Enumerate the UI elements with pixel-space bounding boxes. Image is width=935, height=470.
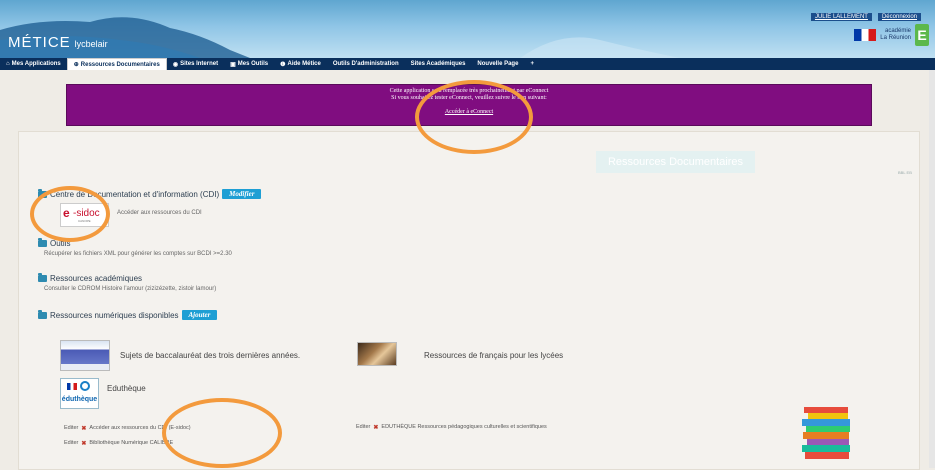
globe-icon: ⊕ (73, 62, 79, 68)
tab-mes-outils[interactable]: ▣ Mes Outils (224, 61, 274, 68)
academy-logo: académie La Réunion E (854, 24, 929, 46)
page-title: Ressources Documentaires (596, 151, 755, 173)
edutheque-circle-icon (80, 381, 90, 391)
user-links: JULIE LALLEMENT Déconnexion (810, 13, 921, 21)
edit-row-label[interactable]: Accéder aux ressources du CDI (E-sidoc) (89, 425, 190, 431)
logout-link[interactable]: Déconnexion (877, 13, 921, 21)
cdrom-link[interactable]: Consulter le CDROM Histoire l'amour (ziz… (44, 286, 216, 292)
section-title: Ressources numériques disponibles (50, 310, 179, 320)
francais-link[interactable]: Ressources de français pour les lycées (424, 351, 563, 360)
edit-row-label[interactable]: EDUTHÈQUE Ressources pédagogiques cultur… (381, 424, 546, 430)
ajouter-button[interactable]: Ajouter (181, 310, 218, 320)
mountain-banner-image (0, 17, 680, 58)
edutheque-link[interactable]: Eduthèque (107, 384, 146, 393)
edit-row-edutheque: Editer ✖ EDUTHÈQUE Ressources pédagogiqu… (356, 424, 586, 431)
modifier-button[interactable]: Modifier (222, 189, 262, 199)
tab-label: Sites Académiques (410, 61, 466, 67)
edit-row-calibre: Editer ✖ Bibliothèque Numérique CALIBRE (64, 440, 173, 447)
tab-label: Outils D'administration (332, 61, 399, 67)
bac-link[interactable]: Sujets de baccalauréat des trois dernièr… (120, 351, 300, 360)
tab-ressources-documentaires[interactable]: ⊕ Ressources Documentaires (66, 58, 167, 70)
tab-aide-metice[interactable]: ❶ Aide Métice (274, 61, 327, 68)
add-tab-button[interactable]: + (524, 61, 540, 67)
folder-icon (38, 238, 47, 247)
tab-label: Ressources Documentaires (80, 61, 160, 68)
esidoc-logo[interactable]: e -sidoc CANOPE (60, 203, 109, 227)
delete-icon[interactable]: ✖ (81, 425, 86, 432)
edit-link[interactable]: Editer (64, 440, 78, 446)
tab-sites-academiques[interactable]: Sites Académiques (405, 61, 472, 67)
tab-label: Sites Internet (180, 61, 219, 67)
books-stack-image (802, 407, 850, 459)
cdi-access-link[interactable]: Accéder aux ressources du CDI (117, 210, 202, 216)
tab-label: Nouvelle Page (477, 61, 519, 67)
econnect-notice: Cette application sera remplacée très pr… (66, 84, 872, 126)
home-icon: ⌂ (6, 61, 10, 67)
brand-logo[interactable]: MÉTICE lycbelair (8, 34, 108, 51)
tab-outils-administration[interactable]: Outils D'administration (327, 61, 405, 67)
notice-line2: Si vous souhaitez tester eConnect, veuil… (391, 95, 547, 101)
tab-sites-internet[interactable]: ◉ Sites Internet (167, 61, 224, 68)
academy-name: académie La Réunion (880, 28, 911, 42)
user-name-link[interactable]: JULIE LALLEMENT (810, 13, 872, 21)
section-ressources-numeriques: Ressources numériques disponibles Ajoute… (38, 309, 218, 320)
tools-icon: ▣ (230, 61, 236, 68)
edutheque-logo-text: éduthèque (61, 396, 98, 403)
french-flag-icon (854, 29, 877, 41)
french-flag-icon (67, 383, 77, 390)
brand-name: MÉTICE (8, 34, 71, 51)
tab-label: Mes Outils (237, 61, 269, 67)
help-icon: ❶ (280, 61, 286, 68)
section-ressources-academiques: Ressources académiques (38, 273, 143, 283)
esidoc-e-letter: e (63, 206, 70, 220)
page-scrollbar[interactable] (929, 70, 935, 468)
academy-line1: académie (884, 28, 911, 34)
edit-link[interactable]: Editer (356, 424, 370, 430)
section-cdi: Centre de Documentation et d'information… (38, 188, 262, 199)
section-title: Outils (50, 239, 71, 248)
brand-subtitle: lycbelair (74, 39, 108, 49)
esidoc-wordmark: -sidoc (73, 208, 100, 219)
econnect-link[interactable]: Accéder à eConnect (445, 109, 493, 116)
francais-thumbnail[interactable] (357, 342, 397, 366)
tab-nouvelle-page[interactable]: Nouvelle Page (471, 61, 524, 67)
academy-line2: La Réunion (880, 35, 911, 41)
section-title: Ressources académiques (50, 274, 143, 283)
esidoc-subtitle: CANOPE (78, 219, 91, 223)
folder-icon (38, 188, 47, 198)
section-outils: Outils (38, 238, 71, 248)
folder-icon (38, 309, 47, 319)
section-title: Centre de Documentation et d'information… (50, 189, 220, 199)
small-links[interactable]: BBL EB (898, 170, 912, 175)
notice-line1: Cette application sera remplacée très pr… (389, 88, 549, 94)
tab-label: Aide Métice (287, 61, 321, 67)
app-header: MÉTICE lycbelair JULIE LALLEMENT Déconnex… (0, 0, 935, 58)
edit-link[interactable]: Editer (64, 425, 78, 431)
delete-icon[interactable]: ✖ (81, 440, 86, 447)
edit-row-esidoc: Editer ✖ Accéder aux ressources du CDI (… (64, 425, 191, 432)
academy-e-icon: E (915, 24, 929, 46)
plus-icon: + (530, 61, 534, 67)
outils-xml-link[interactable]: Récupérer les fichiers XML pour générer … (44, 251, 232, 257)
main-nav: ⌂ Mes Applications ⊕ Ressources Documentai… (0, 58, 935, 70)
bac-thumbnail[interactable] (60, 340, 110, 371)
folder-icon (38, 273, 47, 282)
edutheque-logo[interactable]: éduthèque (60, 378, 99, 409)
web-icon: ◉ (172, 61, 179, 68)
edit-row-label[interactable]: Bibliothèque Numérique CALIBRE (89, 440, 173, 446)
tab-label: Mes Applications (11, 61, 61, 67)
main-content-panel (18, 131, 920, 470)
tab-mes-applications[interactable]: ⌂ Mes Applications (0, 61, 67, 67)
delete-icon[interactable]: ✖ (373, 424, 378, 431)
